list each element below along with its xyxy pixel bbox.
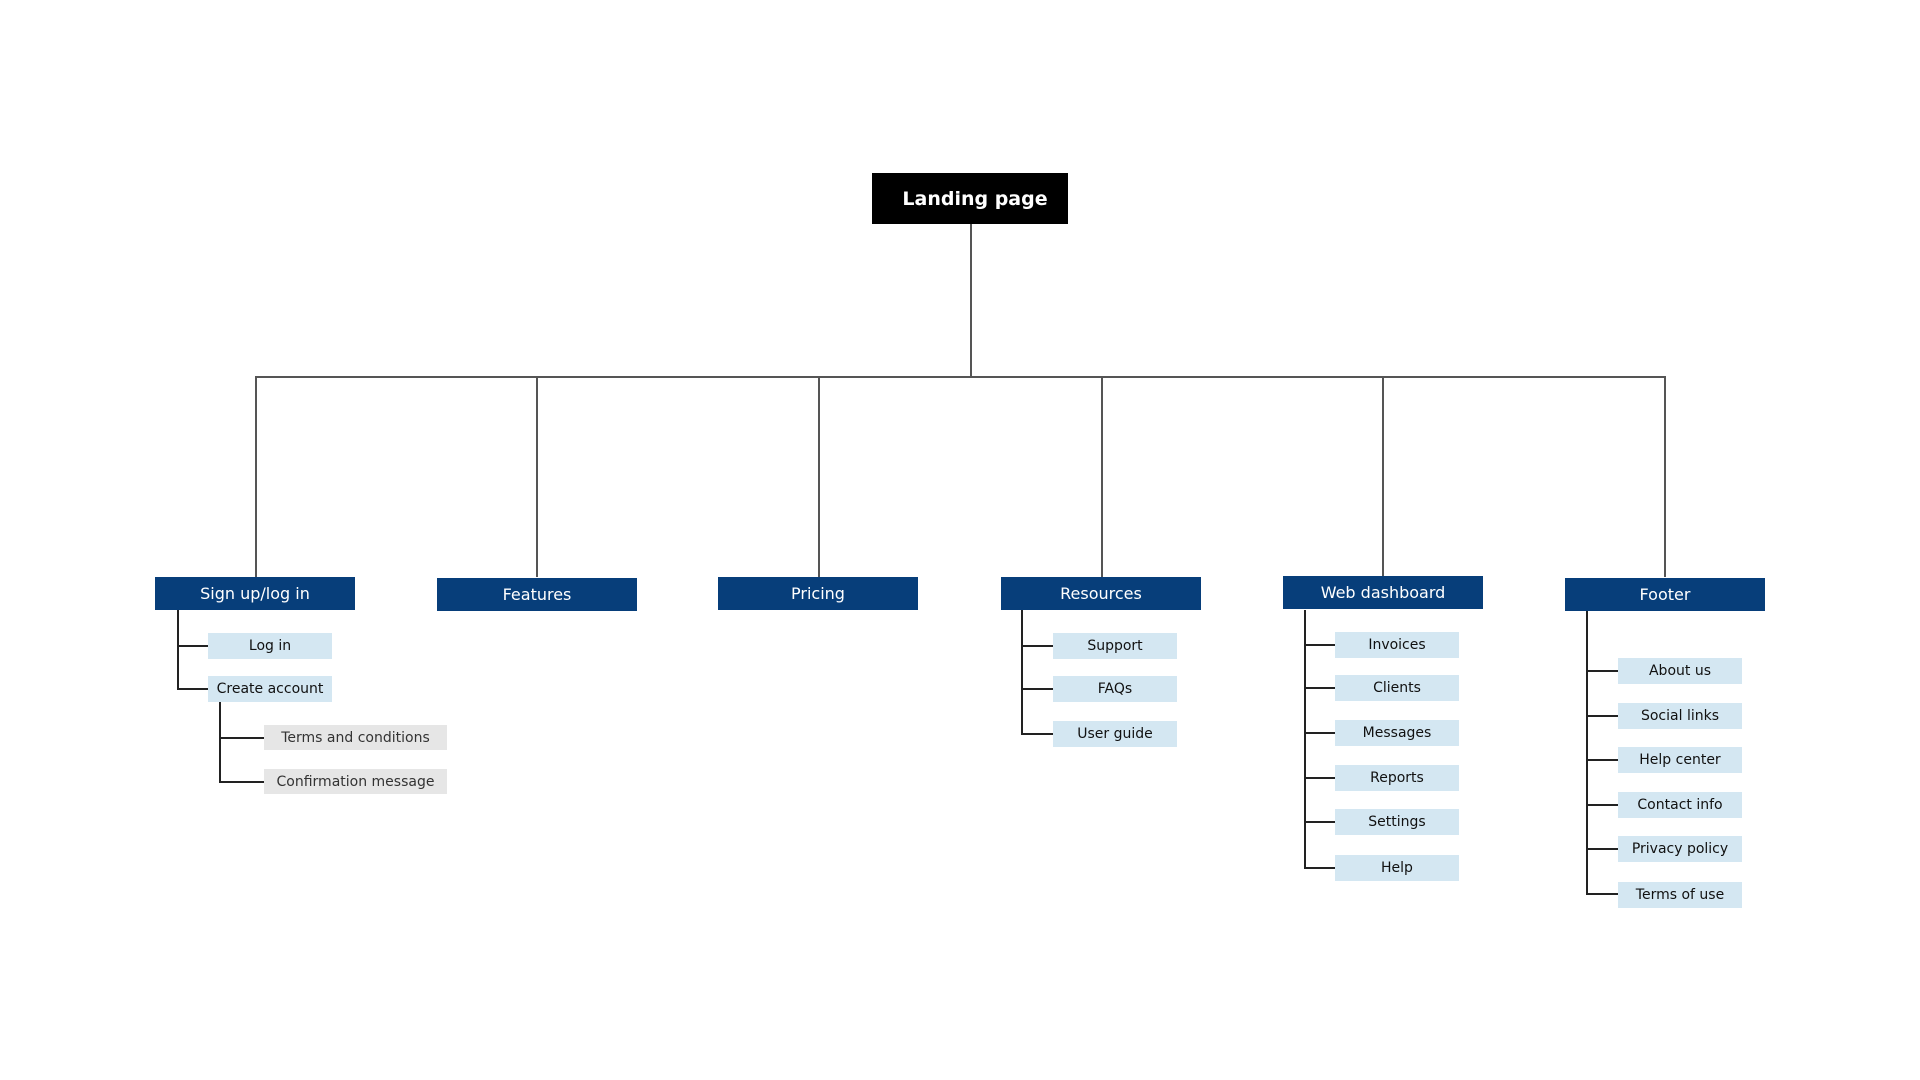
connector: [219, 781, 264, 783]
connector: [177, 645, 208, 647]
node-user-guide: User guide: [1053, 721, 1177, 747]
connector: [1304, 610, 1306, 868]
connector: [1586, 848, 1618, 850]
connector: [1304, 867, 1335, 869]
node-terms-and-conditions: Terms and conditions: [264, 725, 447, 750]
node-footer: Footer: [1565, 578, 1765, 611]
connector: [255, 376, 1665, 378]
node-terms-of-use: Terms of use: [1618, 882, 1742, 908]
connector: [1382, 376, 1384, 577]
node-contact-info: Contact info: [1618, 792, 1742, 818]
connector: [1021, 645, 1053, 647]
node-pricing: Pricing: [718, 577, 918, 610]
node-log-in: Log in: [208, 633, 332, 659]
connector: [1586, 610, 1588, 894]
node-support: Support: [1053, 633, 1177, 659]
connector: [1586, 670, 1618, 672]
node-confirmation-message: Confirmation message: [264, 769, 447, 794]
node-sign-up-log-in: Sign up/log in: [155, 577, 355, 610]
node-privacy-policy: Privacy policy: [1618, 836, 1742, 862]
connector: [219, 737, 264, 739]
node-landing-page: Landing page: [872, 173, 1068, 224]
node-features: Features: [437, 578, 637, 611]
connector: [255, 376, 257, 577]
node-about-us: About us: [1618, 658, 1742, 684]
connector: [1304, 644, 1335, 646]
connector: [1586, 893, 1618, 895]
node-clients: Clients: [1335, 675, 1459, 701]
connector: [1304, 732, 1335, 734]
node-invoices: Invoices: [1335, 632, 1459, 658]
connector: [1304, 777, 1335, 779]
connector: [219, 702, 221, 782]
node-web-dashboard: Web dashboard: [1283, 576, 1483, 609]
node-create-account: Create account: [208, 676, 332, 702]
node-help: Help: [1335, 855, 1459, 881]
connector: [818, 376, 820, 577]
node-resources: Resources: [1001, 577, 1201, 610]
connector: [1304, 821, 1335, 823]
node-help-center: Help center: [1618, 747, 1742, 773]
connector: [1101, 376, 1103, 577]
connector: [1586, 715, 1618, 717]
node-reports: Reports: [1335, 765, 1459, 791]
connector: [177, 610, 179, 689]
connector: [1021, 733, 1053, 735]
node-faqs: FAQs: [1053, 676, 1177, 702]
connector: [1021, 610, 1023, 734]
connector: [1664, 376, 1666, 577]
node-social-links: Social links: [1618, 703, 1742, 729]
connector: [1586, 759, 1618, 761]
connector: [177, 688, 208, 690]
node-settings: Settings: [1335, 809, 1459, 835]
connector: [1021, 688, 1053, 690]
connector: [1586, 804, 1618, 806]
connector: [970, 224, 972, 377]
node-messages: Messages: [1335, 720, 1459, 746]
connector: [536, 376, 538, 577]
connector: [1304, 687, 1335, 689]
